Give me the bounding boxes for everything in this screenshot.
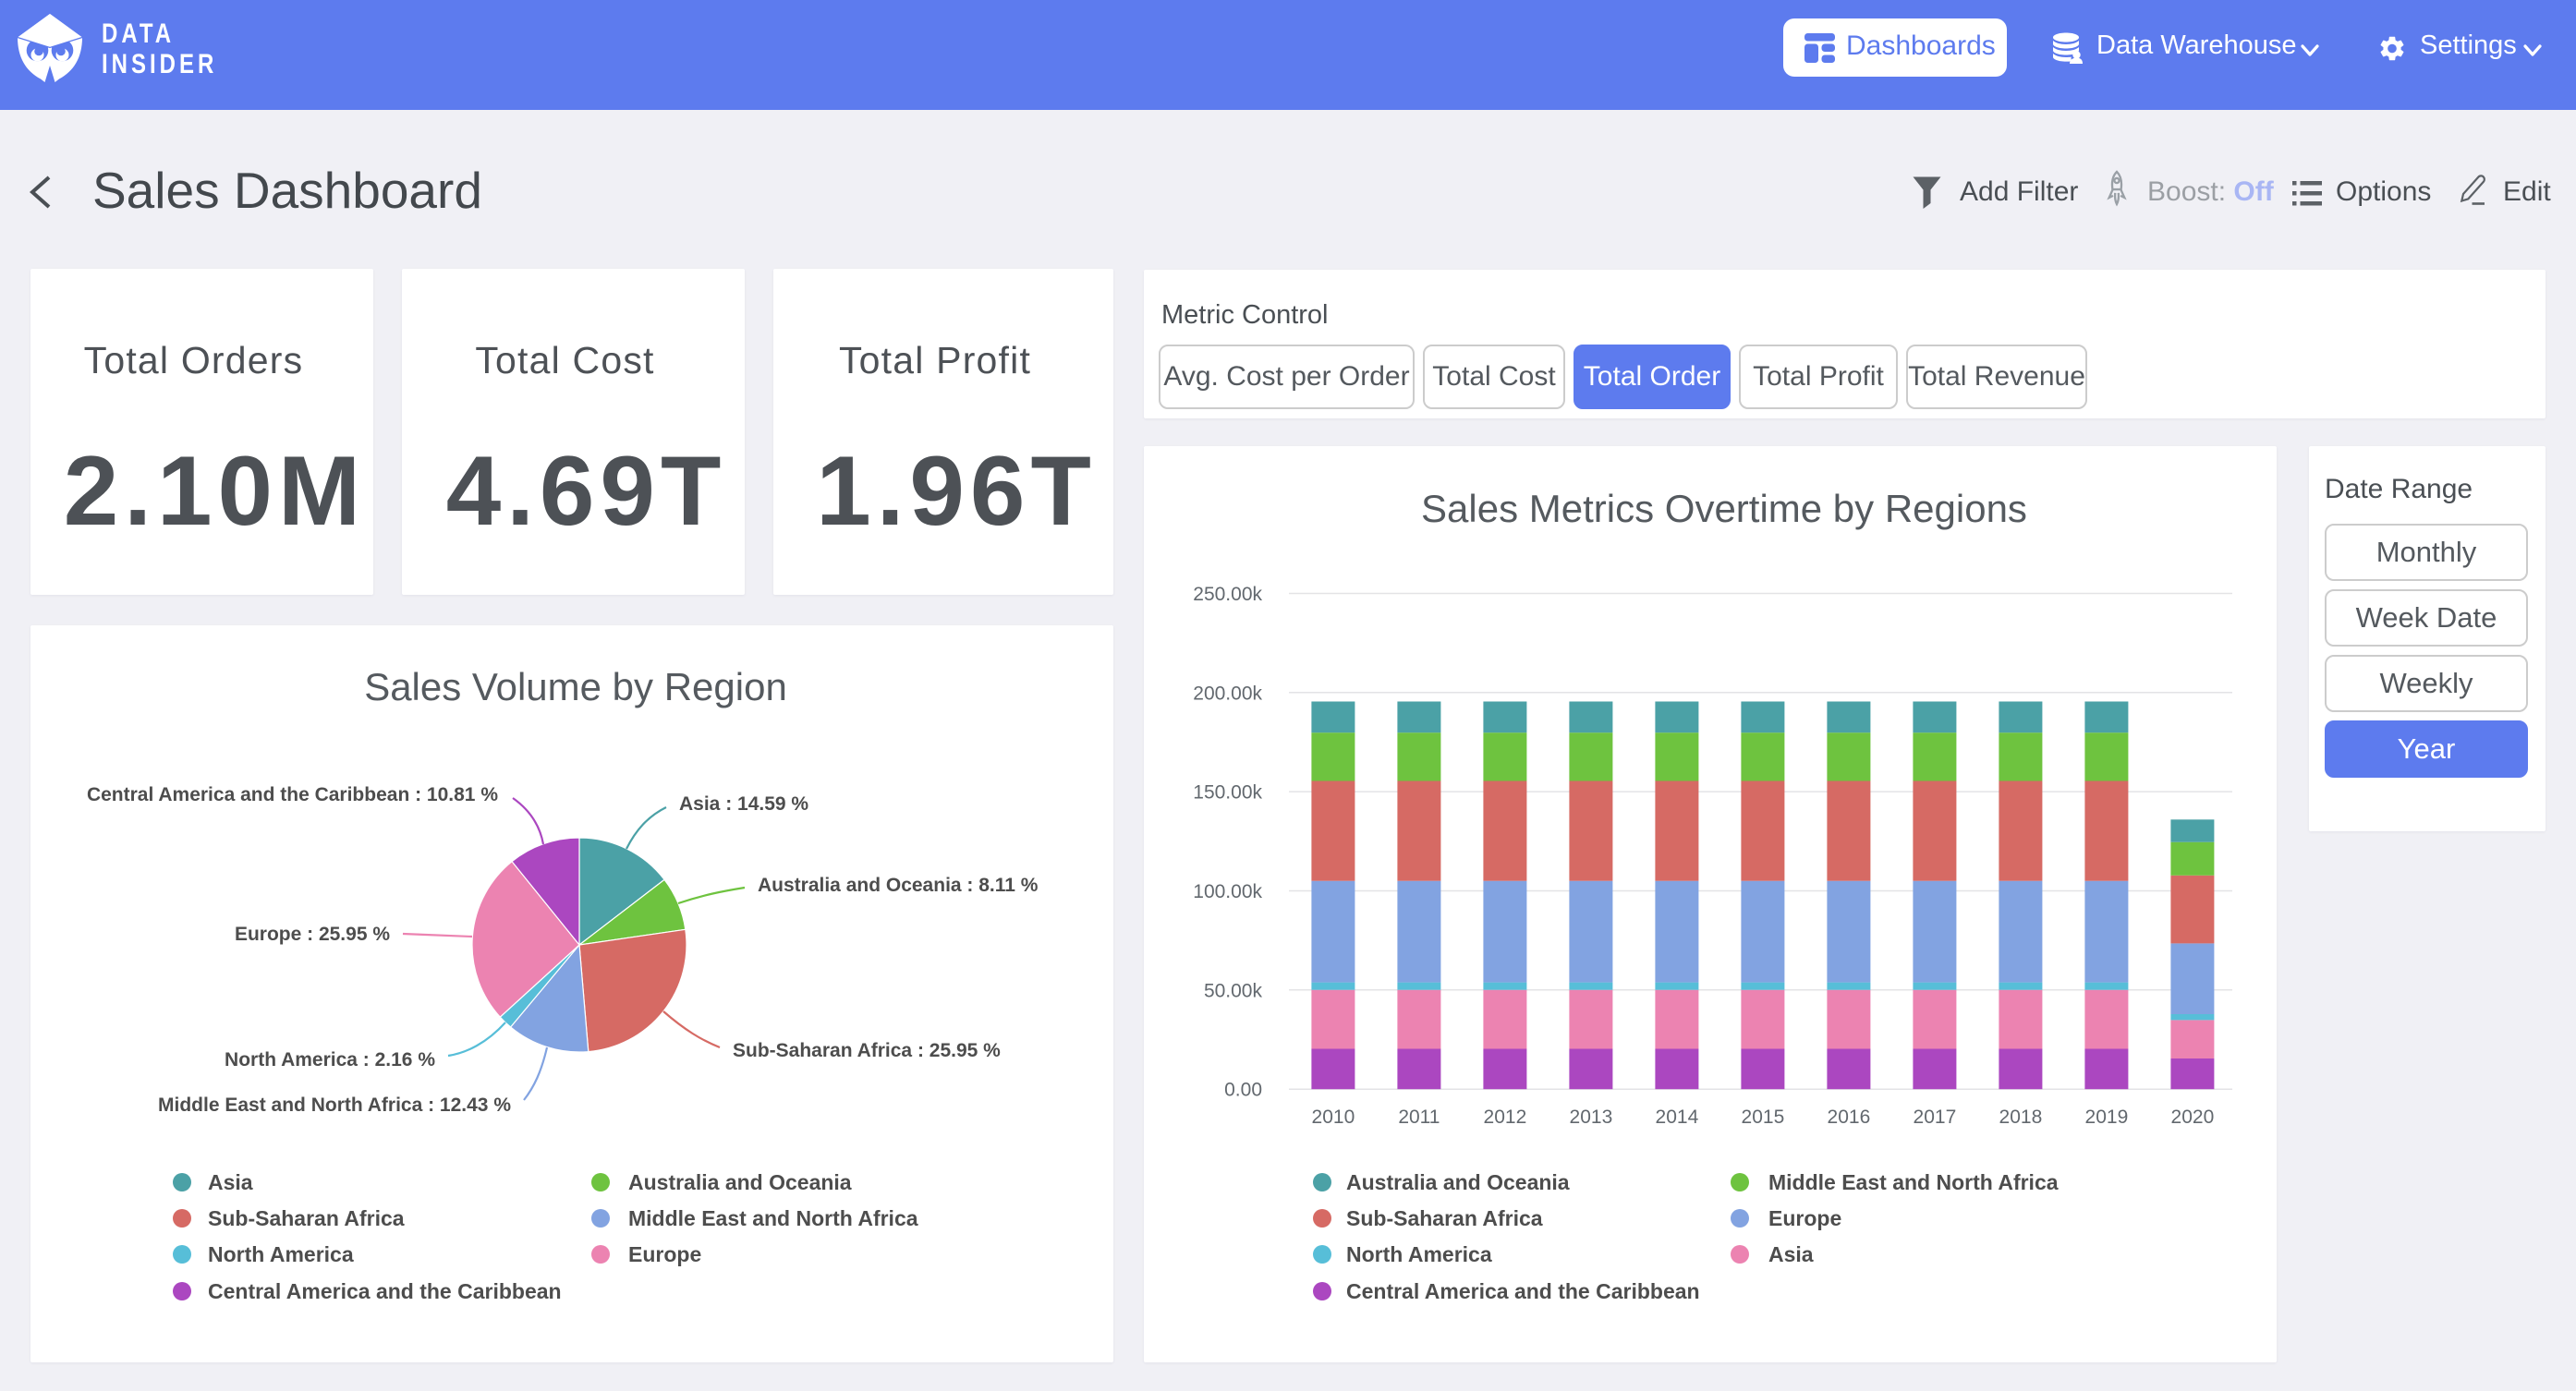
svg-text:2011: 2011 xyxy=(1398,1107,1440,1128)
svg-text:2013: 2013 xyxy=(1570,1107,1613,1128)
svg-text:2018: 2018 xyxy=(1999,1107,2043,1128)
svg-text:2012: 2012 xyxy=(1484,1107,1527,1128)
svg-text:200.00k: 200.00k xyxy=(1193,683,1262,704)
svg-text:Central America and the Caribb: Central America and the Caribbean xyxy=(208,1279,562,1303)
svg-text:100.00k: 100.00k xyxy=(1193,881,1262,902)
svg-text:2019: 2019 xyxy=(2085,1107,2129,1128)
svg-text:Middle East and North Africa :: Middle East and North Africa : 12.43 % xyxy=(158,1095,511,1116)
svg-text:2016: 2016 xyxy=(1828,1107,1871,1128)
svg-text:Europe : 25.95 %: Europe : 25.95 % xyxy=(235,924,390,945)
svg-text:Europe: Europe xyxy=(1768,1206,1841,1230)
svg-text:Asia : 14.59 %: Asia : 14.59 % xyxy=(679,793,808,815)
svg-text:2010: 2010 xyxy=(1312,1107,1355,1128)
svg-text:Australia and Oceania: Australia and Oceania xyxy=(628,1170,852,1194)
svg-text:2014: 2014 xyxy=(1656,1107,1699,1128)
svg-text:Asia: Asia xyxy=(208,1170,253,1194)
svg-text:North America : 2.16 %: North America : 2.16 % xyxy=(225,1049,435,1070)
svg-text:North America: North America xyxy=(208,1242,354,1266)
svg-text:150.00k: 150.00k xyxy=(1193,782,1262,804)
svg-text:Central America and the Caribb: Central America and the Caribbean xyxy=(1346,1279,1700,1303)
svg-text:Middle East and North Africa: Middle East and North Africa xyxy=(628,1206,918,1230)
svg-text:Asia: Asia xyxy=(1768,1242,1814,1266)
svg-text:2017: 2017 xyxy=(1914,1107,1957,1128)
svg-text:Australia and Oceania: Australia and Oceania xyxy=(1346,1170,1570,1194)
svg-text:Europe: Europe xyxy=(628,1242,701,1266)
svg-text:Sales Volume by Region: Sales Volume by Region xyxy=(364,665,787,708)
svg-text:Middle East and North Africa: Middle East and North Africa xyxy=(1768,1170,2059,1194)
svg-text:Sub-Saharan Africa: Sub-Saharan Africa xyxy=(1346,1206,1543,1230)
svg-text:Sales Metrics Overtime by Regi: Sales Metrics Overtime by Regions xyxy=(1421,487,2027,530)
svg-text:Central America and the Caribb: Central America and the Caribbean : 10.8… xyxy=(87,784,498,805)
svg-text:North America: North America xyxy=(1346,1242,1492,1266)
svg-text:2020: 2020 xyxy=(2171,1107,2215,1128)
svg-text:50.00k: 50.00k xyxy=(1204,980,1263,1001)
svg-text:250.00k: 250.00k xyxy=(1193,584,1262,605)
svg-text:Sub-Saharan Africa: Sub-Saharan Africa xyxy=(208,1206,405,1230)
svg-text:0.00: 0.00 xyxy=(1224,1080,1262,1101)
svg-text:Australia and Oceania : 8.11 %: Australia and Oceania : 8.11 % xyxy=(758,875,1039,896)
svg-text:2015: 2015 xyxy=(1742,1107,1785,1128)
svg-text:Sub-Saharan Africa : 25.95 %: Sub-Saharan Africa : 25.95 % xyxy=(733,1040,1001,1061)
